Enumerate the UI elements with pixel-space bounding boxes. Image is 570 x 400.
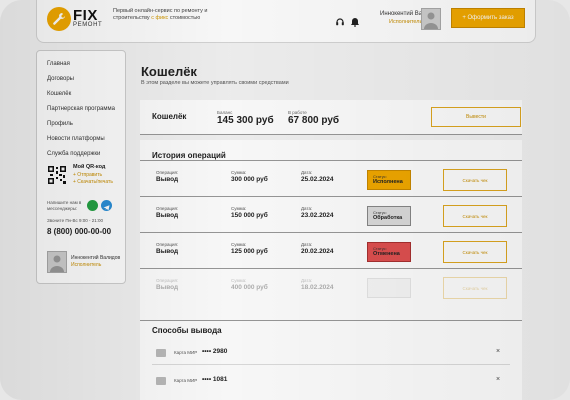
payout-card-row: Карта МИР •••• 1081 × bbox=[140, 371, 522, 393]
tagline-end: стоимостью bbox=[169, 15, 201, 21]
download-receipt-button[interactable]: Скачать чек bbox=[443, 241, 507, 263]
date-label: Дата: bbox=[301, 278, 313, 283]
operation-row: Операция: Вывод Сумма: 400 000 руб Дата:… bbox=[140, 268, 522, 305]
methods-title: Способы вывода bbox=[152, 326, 222, 335]
operation-label: Операция: bbox=[156, 242, 179, 247]
card-icon bbox=[156, 349, 166, 357]
status-badge: Статус: Отменена bbox=[367, 242, 411, 262]
delete-card-icon[interactable]: × bbox=[496, 348, 500, 355]
operation-date: 18.02.2024 bbox=[301, 284, 334, 291]
withdrawal-methods: Способы вывода Карта МИР •••• 2980 × Кар… bbox=[140, 320, 522, 400]
operation-label: Операция: bbox=[156, 170, 179, 175]
delete-card-icon[interactable]: × bbox=[496, 376, 500, 383]
sidebar-item-profile[interactable]: Профиль bbox=[47, 121, 73, 127]
support-phone[interactable]: 8 (800) 000-00-00 bbox=[47, 227, 111, 236]
status-badge bbox=[367, 278, 411, 298]
payout-card-row: Карта МИР •••• 2980 × bbox=[140, 343, 522, 365]
logo[interactable]: FIX РЕМОНТ bbox=[47, 7, 107, 33]
operation-label: Операция: bbox=[156, 206, 179, 211]
withdraw-button[interactable]: Вывести bbox=[431, 107, 521, 127]
wrench-logo-icon bbox=[47, 7, 71, 31]
divider bbox=[152, 364, 510, 365]
sidebar-avatar[interactable] bbox=[47, 251, 67, 273]
download-receipt-button[interactable]: Скачать чек bbox=[443, 169, 507, 191]
card-type: Карта МИР bbox=[174, 350, 198, 355]
amount-label: Сумма: bbox=[231, 242, 247, 247]
card-number: •••• 2980 bbox=[202, 348, 228, 355]
sidebar-item-contracts[interactable]: Договоры bbox=[47, 76, 74, 82]
operation-row: Операция: Вывод Сумма: 125 000 руб Дата:… bbox=[140, 232, 522, 269]
operation-amount: 300 000 руб bbox=[231, 176, 268, 183]
operation-date: 23.02.2024 bbox=[301, 212, 334, 219]
operation-amount: 125 000 руб bbox=[231, 248, 268, 255]
sidebar-item-wallet[interactable]: Кошелёк bbox=[47, 91, 71, 97]
operation-type: Вывод bbox=[156, 284, 179, 291]
page-subtitle: В этом разделе вы можете управлять своим… bbox=[141, 80, 289, 86]
qr-download-link[interactable]: + Скачать/печать bbox=[73, 179, 113, 185]
operation-date: 25.02.2024 bbox=[301, 176, 334, 183]
qr-title: Мой QR-код bbox=[73, 164, 106, 170]
sidebar-item-news[interactable]: Новости платформы bbox=[47, 136, 105, 142]
operation-type: Вывод bbox=[156, 176, 179, 183]
operation-row: Операция: Вывод Сумма: 300 000 руб Дата:… bbox=[140, 160, 522, 197]
top-header: FIX РЕМОНТ Первый онлайн-сервис по ремон… bbox=[36, 0, 536, 43]
qr-code[interactable] bbox=[47, 165, 67, 185]
sidebar-user-role: Исполнитель bbox=[71, 262, 102, 268]
operation-amount: 150 000 руб bbox=[231, 212, 268, 219]
download-receipt-button[interactable]: Скачать чек bbox=[443, 205, 507, 227]
operation-label: Операция: bbox=[156, 278, 179, 283]
status-badge: Статус: Исполнена bbox=[367, 170, 411, 190]
status-value: Обработка bbox=[373, 215, 403, 221]
card-type: Карта МИР bbox=[174, 378, 198, 383]
tagline-accent: с фикс bbox=[151, 15, 169, 21]
qr-send-link[interactable]: + Отправить bbox=[73, 172, 102, 178]
date-label: Дата: bbox=[301, 206, 313, 211]
history-title: История операций bbox=[152, 151, 226, 160]
support-headset-icon[interactable] bbox=[335, 14, 345, 26]
sidebar-item-support[interactable]: Служба поддержки bbox=[47, 151, 100, 157]
tagline: Первый онлайн-сервис по ремонту и строит… bbox=[113, 8, 213, 22]
operation-row: Операция: Вывод Сумма: 150 000 руб Дата:… bbox=[140, 196, 522, 233]
card-number: •••• 1081 bbox=[202, 376, 228, 383]
logo-remont-text: РЕМОНТ bbox=[73, 22, 103, 28]
date-label: Дата: bbox=[301, 170, 313, 175]
amount-label: Сумма: bbox=[231, 206, 247, 211]
download-receipt-button[interactable]: Скачать чек bbox=[443, 277, 507, 299]
messengers-label: Напишите нам в мессенджеры: bbox=[47, 200, 82, 211]
amount-label: Сумма: bbox=[231, 278, 247, 283]
date-label: Дата: bbox=[301, 242, 313, 247]
amount-label: Сумма: bbox=[231, 170, 247, 175]
operation-amount: 400 000 руб bbox=[231, 284, 268, 291]
status-value: Отменена bbox=[373, 251, 400, 257]
app-window: FIX РЕМОНТ Первый онлайн-сервис по ремон… bbox=[0, 0, 570, 400]
status-badge: Статус: Обработка bbox=[367, 206, 411, 226]
in-work-value: 67 800 руб bbox=[288, 115, 340, 126]
sidebar-user-name: Иннокентий Валидов bbox=[71, 255, 121, 261]
wallet-card-title: Кошелёк bbox=[152, 112, 187, 121]
wallet-summary-card: Кошелёк Баланс 145 300 руб В работе 67 8… bbox=[140, 100, 522, 135]
operation-date: 20.02.2024 bbox=[301, 248, 334, 255]
balance-value: 145 300 руб bbox=[217, 115, 274, 126]
sidebar-item-home[interactable]: Главная bbox=[47, 61, 70, 67]
sidebar-item-partner-program[interactable]: Партнерская программа bbox=[47, 106, 115, 112]
bell-icon[interactable] bbox=[350, 14, 360, 27]
support-hours: Звоните Пн-Вс 9:00 - 21:00 bbox=[47, 218, 104, 223]
status-value: Исполнена bbox=[373, 179, 403, 185]
header-user-role: Исполнитель bbox=[389, 19, 423, 25]
operation-type: Вывод bbox=[156, 248, 179, 255]
page-title: Кошелёк bbox=[141, 64, 197, 79]
sidebar: Главная Договоры Кошелёк Партнерская про… bbox=[36, 50, 126, 284]
header-avatar[interactable] bbox=[421, 8, 441, 30]
telegram-icon[interactable] bbox=[101, 200, 112, 211]
operations-history: История операций Операция: Вывод Сумма: … bbox=[140, 140, 522, 320]
whatsapp-icon[interactable] bbox=[87, 200, 98, 211]
operation-type: Вывод bbox=[156, 212, 179, 219]
create-order-button[interactable]: + Оформить заказ bbox=[451, 8, 525, 28]
card-icon bbox=[156, 377, 166, 385]
